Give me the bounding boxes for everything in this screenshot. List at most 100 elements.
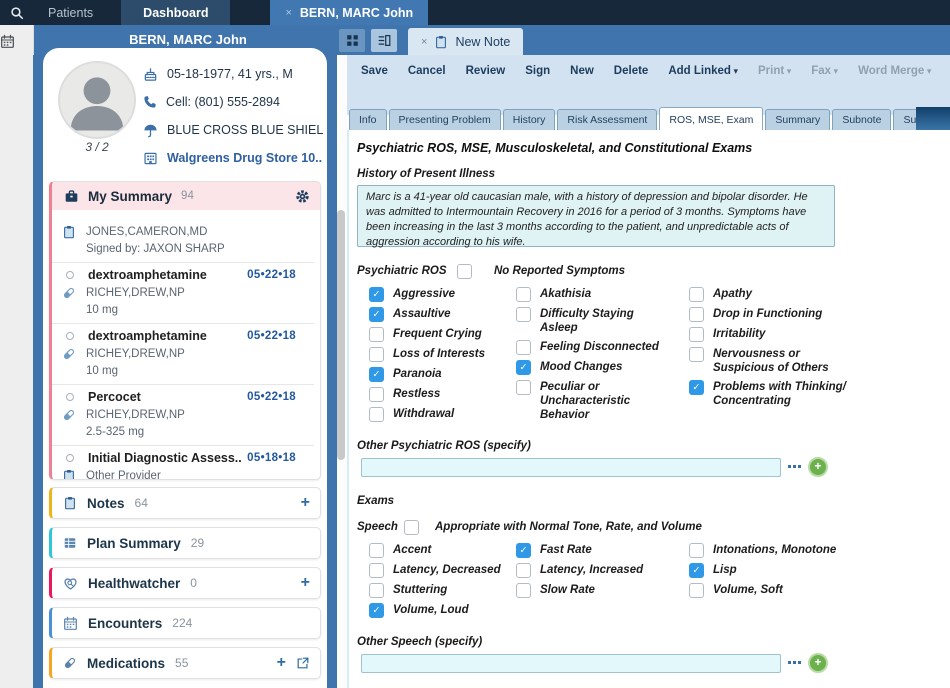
toolbar-add-linked-button[interactable]: Add Linked [658,65,748,77]
speech-item-volume-loud[interactable]: Volume, Loud [369,602,516,618]
checkbox[interactable] [516,583,531,598]
ros-item-problems-with-thinking-concentrating[interactable]: Problems with Thinking/ Concentrating [689,379,947,408]
popout-icon[interactable] [296,656,310,670]
speech-item-stuttering[interactable]: Stuttering [369,582,516,598]
checkbox[interactable] [369,287,384,302]
speech-item-accent[interactable]: Accent [369,542,516,558]
tab-ros-mse-exam[interactable]: ROS, MSE, Exam [659,107,763,130]
checkbox[interactable] [689,287,704,302]
ros-item-drop-in-functioning[interactable]: Drop in Functioning [689,306,947,322]
add-icon[interactable]: + [277,655,286,671]
calendar-icon[interactable] [0,34,33,49]
checkbox[interactable] [516,307,531,322]
hpi-textarea[interactable]: Marc is a 41-year old caucasian male, wi… [357,185,835,247]
ros-item-difficulty-staying-asleep[interactable]: Difficulty Staying Asleep [516,306,689,335]
new-note-tab[interactable]: × New Note [408,28,523,55]
sidebar-section-medications[interactable]: Medications55+ [49,647,321,679]
speech-item-latency-increased[interactable]: Latency, Increased [516,562,689,578]
checkbox[interactable] [689,583,704,598]
checkbox[interactable] [689,347,704,362]
my-summary-header[interactable]: My Summary 94 [52,182,320,210]
close-icon[interactable]: × [285,7,291,19]
checkbox[interactable] [369,543,384,558]
toolbar-sign-button[interactable]: Sign [515,65,560,77]
sidebar-scrollbar[interactable] [337,210,345,460]
close-icon[interactable]: × [421,36,427,48]
speech-item-latency-decreased[interactable]: Latency, Decreased [369,562,516,578]
speech-item-slow-rate[interactable]: Slow Rate [516,582,689,598]
tab-history[interactable]: History [503,109,556,130]
toolbar-new-button[interactable]: New [560,65,604,77]
summary-entry[interactable]: dextroamphetamine05•22•18RICHEY,DREW,NP1… [52,323,314,384]
no-reported-symptoms-checkbox[interactable] [457,264,472,279]
info-row-pharmacy[interactable]: Walgreens Drug Store 10... [143,144,323,172]
checkbox[interactable] [689,543,704,558]
more-options-icon[interactable] [788,661,801,665]
patient-tab[interactable]: × BERN, MARC John [270,0,428,25]
sidebar-section-plan-summary[interactable]: Plan Summary29 [49,527,321,559]
sidebar-section-notes[interactable]: Notes64+ [49,487,321,519]
speech-item-intonations-monotone[interactable]: Intonations, Monotone [689,542,947,558]
ros-item-assaultive[interactable]: Assaultive [369,306,516,322]
nav-dashboard[interactable]: Dashboard [121,0,230,25]
ros-item-restless[interactable]: Restless [369,386,516,402]
other-speech-input[interactable] [361,654,781,673]
checkbox[interactable] [516,380,531,395]
add-entry-icon[interactable]: + [808,653,828,673]
patient-photo[interactable] [58,61,136,139]
checkbox[interactable] [516,543,531,558]
ros-item-akathisia[interactable]: Akathisia [516,286,689,302]
tab-subnote-6[interactable]: Subnote [832,109,891,130]
checkbox[interactable] [516,340,531,355]
add-entry-icon[interactable]: + [808,457,828,477]
sidebar-section-encounters[interactable]: Encounters224 [49,607,321,639]
ros-item-irritability[interactable]: Irritability [689,326,947,342]
search-icon[interactable] [0,0,34,25]
ros-item-loss-of-interests[interactable]: Loss of Interests [369,346,516,362]
toolbar-delete-button[interactable]: Delete [604,65,659,77]
gear-icon[interactable] [295,189,310,204]
sidebar-section-healthwatcher[interactable]: Healthwatcher0+ [49,567,321,599]
add-icon[interactable]: + [301,575,310,591]
checkbox[interactable] [369,307,384,322]
checkbox[interactable] [369,327,384,342]
speech-item-fast-rate[interactable]: Fast Rate [516,542,689,558]
speech-normal-checkbox[interactable] [404,520,419,535]
checkbox[interactable] [369,387,384,402]
other-ros-input[interactable] [361,458,781,477]
checkbox[interactable] [689,307,704,322]
ros-item-withdrawal[interactable]: Withdrawal [369,406,516,422]
checkbox[interactable] [689,563,704,578]
checkbox[interactable] [369,407,384,422]
list-view-button[interactable] [371,29,397,52]
ros-item-nervousness-or-suspicious-of-others[interactable]: Nervousness or Suspicious of Others [689,346,947,375]
ros-item-paranoia[interactable]: Paranoia [369,366,516,382]
speech-item-lisp[interactable]: Lisp [689,562,947,578]
tab-summary[interactable]: Summary [765,109,830,130]
summary-entry[interactable]: Percocet05•22•18RICHEY,DREW,NP2.5-325 mg [52,384,314,445]
checkbox[interactable] [516,563,531,578]
toolbar-cancel-button[interactable]: Cancel [398,65,456,77]
speech-item-volume-soft[interactable]: Volume, Soft [689,582,947,598]
checkbox[interactable] [369,583,384,598]
summary-entry[interactable]: JONES,CAMERON,MDSigned by: JAXON SHARP [52,216,314,262]
checkbox[interactable] [369,563,384,578]
checkbox[interactable] [516,287,531,302]
checkbox[interactable] [689,380,704,395]
ros-item-apathy[interactable]: Apathy [689,286,947,302]
ros-item-aggressive[interactable]: Aggressive [369,286,516,302]
nav-patients[interactable]: Patients [34,0,107,25]
ros-item-peculiar-or-uncharacteristic-behavior[interactable]: Peculiar or Uncharacteristic Behavior [516,379,689,422]
checkbox[interactable] [369,603,384,618]
tab-info[interactable]: Info [349,109,387,130]
checkbox[interactable] [516,360,531,375]
add-icon[interactable]: + [301,495,310,511]
ros-item-mood-changes[interactable]: Mood Changes [516,359,689,375]
checkbox[interactable] [369,347,384,362]
toolbar-save-button[interactable]: Save [351,65,398,77]
ros-item-frequent-crying[interactable]: Frequent Crying [369,326,516,342]
tab-presenting-problem[interactable]: Presenting Problem [389,109,501,130]
summary-entry[interactable]: Initial Diagnostic Assess...05•18•18Othe… [52,445,314,480]
toolbar-review-button[interactable]: Review [456,65,516,77]
ros-item-feeling-disconnected[interactable]: Feeling Disconnected [516,339,689,355]
